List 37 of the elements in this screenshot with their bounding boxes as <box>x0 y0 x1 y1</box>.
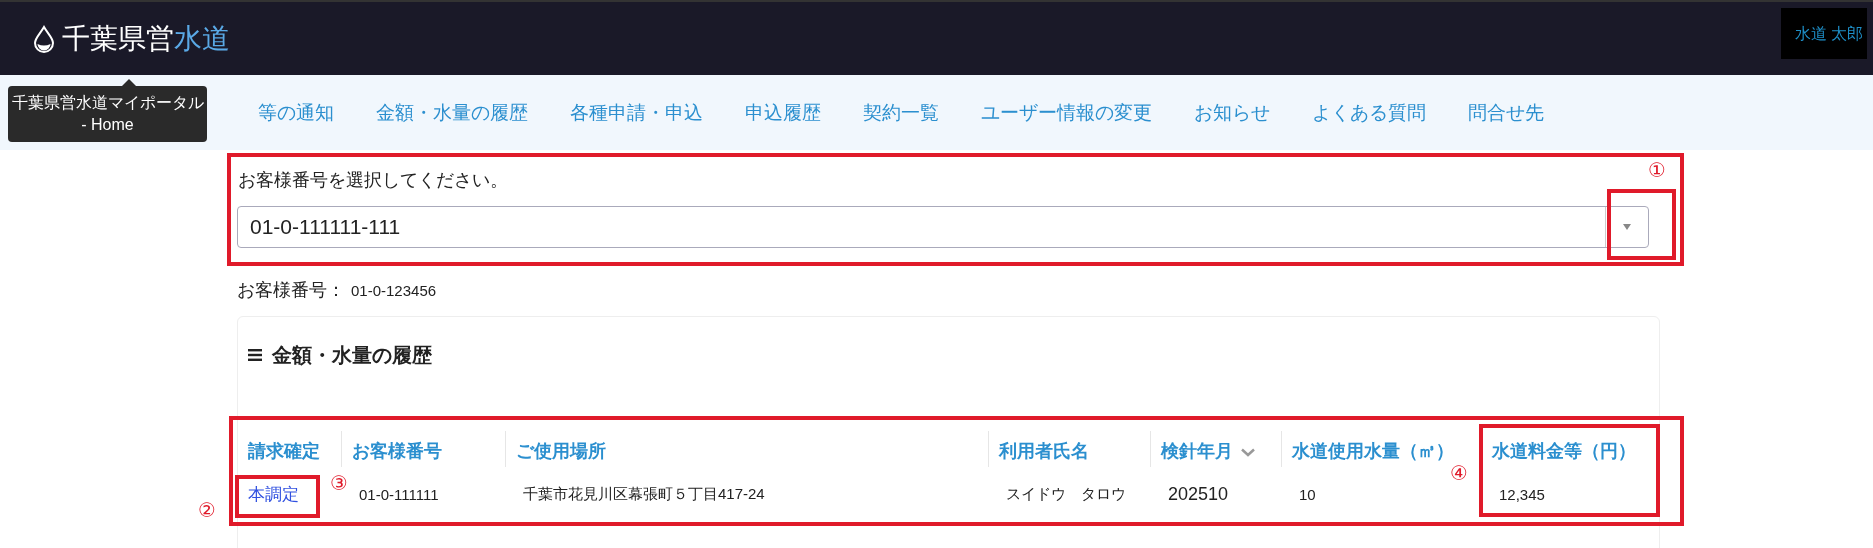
nav-link[interactable]: 各種申請・申込 <box>570 99 703 126</box>
nav-link[interactable]: 問合せ先 <box>1468 99 1544 126</box>
nav-link[interactable]: 等の通知 <box>258 99 334 126</box>
customer-number: 01-0-123456 <box>351 282 437 299</box>
table-cell: スイドウ タロウ <box>1006 485 1126 502</box>
tooltip: 千葉県営水道マイポータル - Home <box>8 86 207 142</box>
column-header[interactable]: 請求確定 <box>238 431 341 467</box>
annotation-number: ① <box>1648 158 1666 182</box>
customer-select[interactable]: 01-0-111111-111 <box>237 206 1649 248</box>
column-header[interactable]: お客様番号 <box>341 431 505 467</box>
caret-icon <box>1623 224 1631 230</box>
column-header[interactable]: ご使用場所 <box>505 431 988 467</box>
nav-link[interactable]: よくある質問 <box>1312 99 1426 126</box>
column-header[interactable]: 検針年月 <box>1150 431 1281 467</box>
nav-link[interactable]: 金額・水量の履歴 <box>376 99 528 126</box>
nav-link[interactable]: 契約一覧 <box>863 99 939 126</box>
annotation-number: ② <box>198 498 216 522</box>
column-header[interactable]: 利用者氏名 <box>988 431 1150 467</box>
water-drop-icon <box>32 24 56 53</box>
user-name[interactable]: 水道 太郎 <box>1780 8 1867 59</box>
logo-text[interactable]: 千葉県営水道 <box>62 19 230 58</box>
menu-icon <box>248 349 262 361</box>
status-link[interactable]: 本調定 <box>248 485 299 504</box>
table-cell: 01-0-111111 <box>359 486 439 503</box>
chevron-down-icon <box>1240 448 1255 457</box>
card-title: 金額・水量の履歴 <box>272 342 432 368</box>
table-cell: 10 <box>1299 486 1316 503</box>
nav-link[interactable]: お知らせ <box>1194 99 1270 126</box>
annotation-number: ③ <box>330 471 348 495</box>
nav-link[interactable]: ユーザー情報の変更 <box>981 99 1152 126</box>
table-cell: 千葉市花見川区幕張町５丁目417-24 <box>523 485 765 502</box>
nav-link[interactable]: 申込履歴 <box>745 99 821 126</box>
customer-number-label: お客様番号： <box>237 279 345 302</box>
column-header[interactable]: 水道料金等（円） <box>1481 431 1661 467</box>
table-cell: 12,345 <box>1499 486 1545 503</box>
table-cell: 202510 <box>1168 484 1229 504</box>
select-label: お客様番号を選択してください。 <box>238 169 509 192</box>
